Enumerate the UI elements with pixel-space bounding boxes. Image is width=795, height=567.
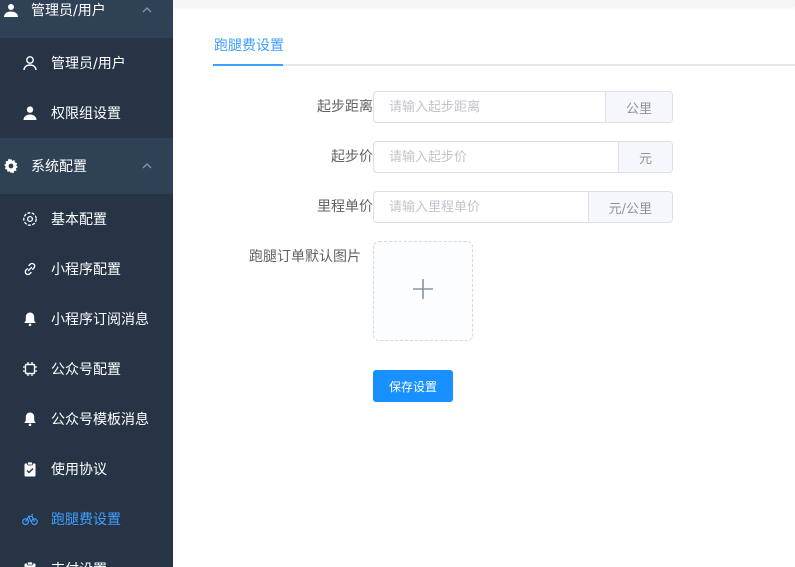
bicycle-icon <box>22 511 38 527</box>
unit-price-label: 里程单价 <box>317 199 373 215</box>
sidebar-item-admin-user[interactable]: 管理员/用户 <box>0 38 173 88</box>
plus-icon <box>412 278 434 304</box>
chevron-up-icon <box>141 160 153 172</box>
sidebar-group-label: 管理员/用户 <box>31 3 106 19</box>
sidebar-group-label: 系统配置 <box>31 159 87 175</box>
start-price-label: 起步价 <box>331 149 373 165</box>
tab-errand-fee-settings[interactable]: 跑腿费设置 <box>213 24 285 66</box>
start-price-group: 元 <box>373 141 673 173</box>
person-solid-icon <box>22 105 38 121</box>
sidebar-item-official-account-template[interactable]: 公众号模板消息 <box>0 394 173 444</box>
link-icon <box>22 261 38 277</box>
sidebar-item-miniprogram-config[interactable]: 小程序配置 <box>0 244 173 294</box>
bell-icon <box>22 311 38 327</box>
sidebar-item-label: 权限组设置 <box>51 106 121 122</box>
clipboard-icon <box>22 561 38 567</box>
chevron-up-icon <box>141 4 153 16</box>
start-distance-group: 公里 <box>373 91 673 123</box>
admin-group-icon <box>3 2 19 18</box>
sidebar-item-label: 跑腿费设置 <box>51 512 121 528</box>
start-distance-label: 起步距离 <box>317 99 373 115</box>
user-icon <box>22 55 38 71</box>
sidebar-item-permission-group[interactable]: 权限组设置 <box>0 88 173 138</box>
sidebar-item-label: 公众号模板消息 <box>51 412 149 428</box>
start-distance-unit: 公里 <box>604 92 672 122</box>
sidebar-group-admin[interactable]: 管理员/用户 <box>0 0 173 38</box>
sidebar-item-label: 小程序配置 <box>51 262 121 278</box>
default-image-label: 跑腿订单默认图片 <box>249 249 361 265</box>
start-price-input[interactable] <box>374 142 618 172</box>
sidebar-item-label: 公众号配置 <box>51 362 121 378</box>
form-row-start-price: 起步价 元 <box>213 141 713 173</box>
bell-icon <box>22 411 38 427</box>
save-settings-button[interactable]: 保存设置 <box>373 370 453 402</box>
clipboard-check-icon <box>22 461 38 477</box>
sidebar-item-payment-settings[interactable]: 支付设置 <box>0 544 173 567</box>
sidebar-group-system-config[interactable]: 系统配置 <box>0 138 173 194</box>
sidebar-item-errand-fee[interactable]: 跑腿费设置 <box>0 494 173 544</box>
tab-active-indicator <box>213 64 283 66</box>
settings-outline-icon <box>22 211 38 227</box>
unit-price-input[interactable] <box>374 192 588 222</box>
unit-price-unit: 元/公里 <box>587 192 672 222</box>
top-bar <box>173 0 795 7</box>
sidebar-item-label: 使用协议 <box>51 462 107 478</box>
image-upload-box[interactable] <box>373 241 473 341</box>
sidebar-item-basic-config[interactable]: 基本配置 <box>0 194 173 244</box>
sidebar-item-label: 小程序订阅消息 <box>51 312 149 328</box>
tab-bar: 跑腿费设置 <box>213 24 795 66</box>
sidebar-item-miniprogram-subscribe[interactable]: 小程序订阅消息 <box>0 294 173 344</box>
unit-price-group: 元/公里 <box>373 191 673 223</box>
chip-icon <box>22 361 38 377</box>
start-price-unit: 元 <box>617 142 672 172</box>
start-distance-input[interactable] <box>374 92 605 122</box>
form-row-unit-price: 里程单价 元/公里 <box>213 191 713 223</box>
form-row-start-distance: 起步距离 公里 <box>213 91 713 123</box>
sidebar: 管理员/用户 管理员/用户 权限组设置 系统配置 基本配置 小程序配置 小程序订… <box>0 0 173 567</box>
sidebar-item-user-agreement[interactable]: 使用协议 <box>0 444 173 494</box>
sidebar-item-official-account-config[interactable]: 公众号配置 <box>0 344 173 394</box>
sidebar-item-label: 管理员/用户 <box>51 56 126 72</box>
sidebar-item-label: 支付设置 <box>51 559 107 567</box>
gear-icon <box>3 158 19 174</box>
sidebar-item-label: 基本配置 <box>51 212 107 228</box>
